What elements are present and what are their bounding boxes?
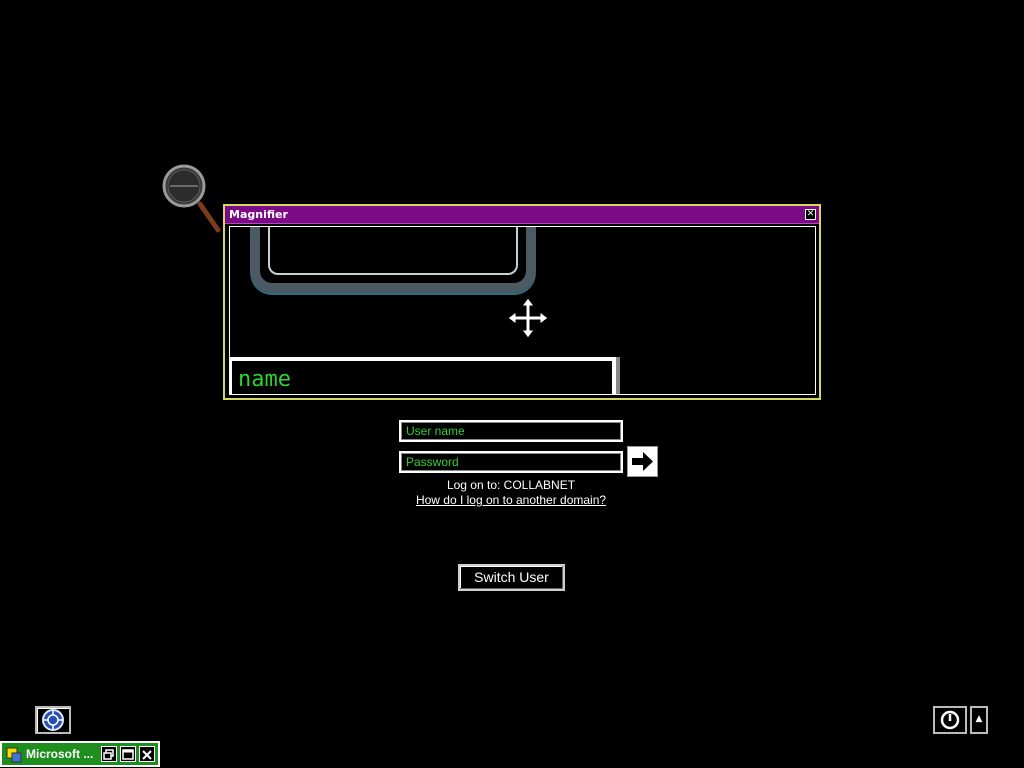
taskbar-restore-button[interactable] <box>101 746 117 762</box>
shut-down-button[interactable] <box>933 706 967 734</box>
logon-domain-text: Log on to: COLLABNET <box>446 478 576 492</box>
power-icon <box>940 710 960 730</box>
magnifier-window[interactable]: Magnifier ✕ name <box>223 204 821 400</box>
magnifier-view: name <box>229 226 816 395</box>
other-domain-help-link[interactable]: How do I log on to another domain? <box>380 493 642 507</box>
close-icon <box>142 750 152 760</box>
restore-icon <box>103 749 114 760</box>
taskbar-item-label: Microsoft ... <box>26 747 94 761</box>
magnified-frame <box>250 227 536 293</box>
logon-screen: Magnifier ✕ name Log on to: COLLABNET Ho… <box>0 0 1024 768</box>
accessibility-icon <box>42 709 64 731</box>
password-input[interactable] <box>399 451 623 473</box>
magnifier-title: Magnifier <box>229 208 288 221</box>
magnified-username-field: name <box>230 357 616 394</box>
magnified-field-text: name <box>238 367 291 392</box>
magnifier-title-bar[interactable]: Magnifier ✕ <box>225 206 819 224</box>
move-cursor-icon <box>507 297 549 339</box>
taskbar-item-microsoft[interactable]: Microsoft ... <box>0 741 160 767</box>
maximize-icon <box>122 749 134 760</box>
arrow-right-icon <box>632 452 653 471</box>
switch-user-button[interactable]: Switch User <box>458 564 565 591</box>
ease-of-access-button[interactable] <box>35 706 71 734</box>
magnifier-lens-icon <box>162 164 221 233</box>
magnified-frame-inner <box>268 227 518 275</box>
shut-down-options-button[interactable]: ▲ <box>970 706 988 734</box>
logon-go-button[interactable] <box>627 446 658 477</box>
app-icon <box>6 747 22 763</box>
magnifier-close-icon[interactable]: ✕ <box>805 209 816 220</box>
taskbar-close-button[interactable] <box>139 746 155 762</box>
taskbar-maximize-button[interactable] <box>120 746 136 762</box>
username-input[interactable] <box>399 420 623 442</box>
